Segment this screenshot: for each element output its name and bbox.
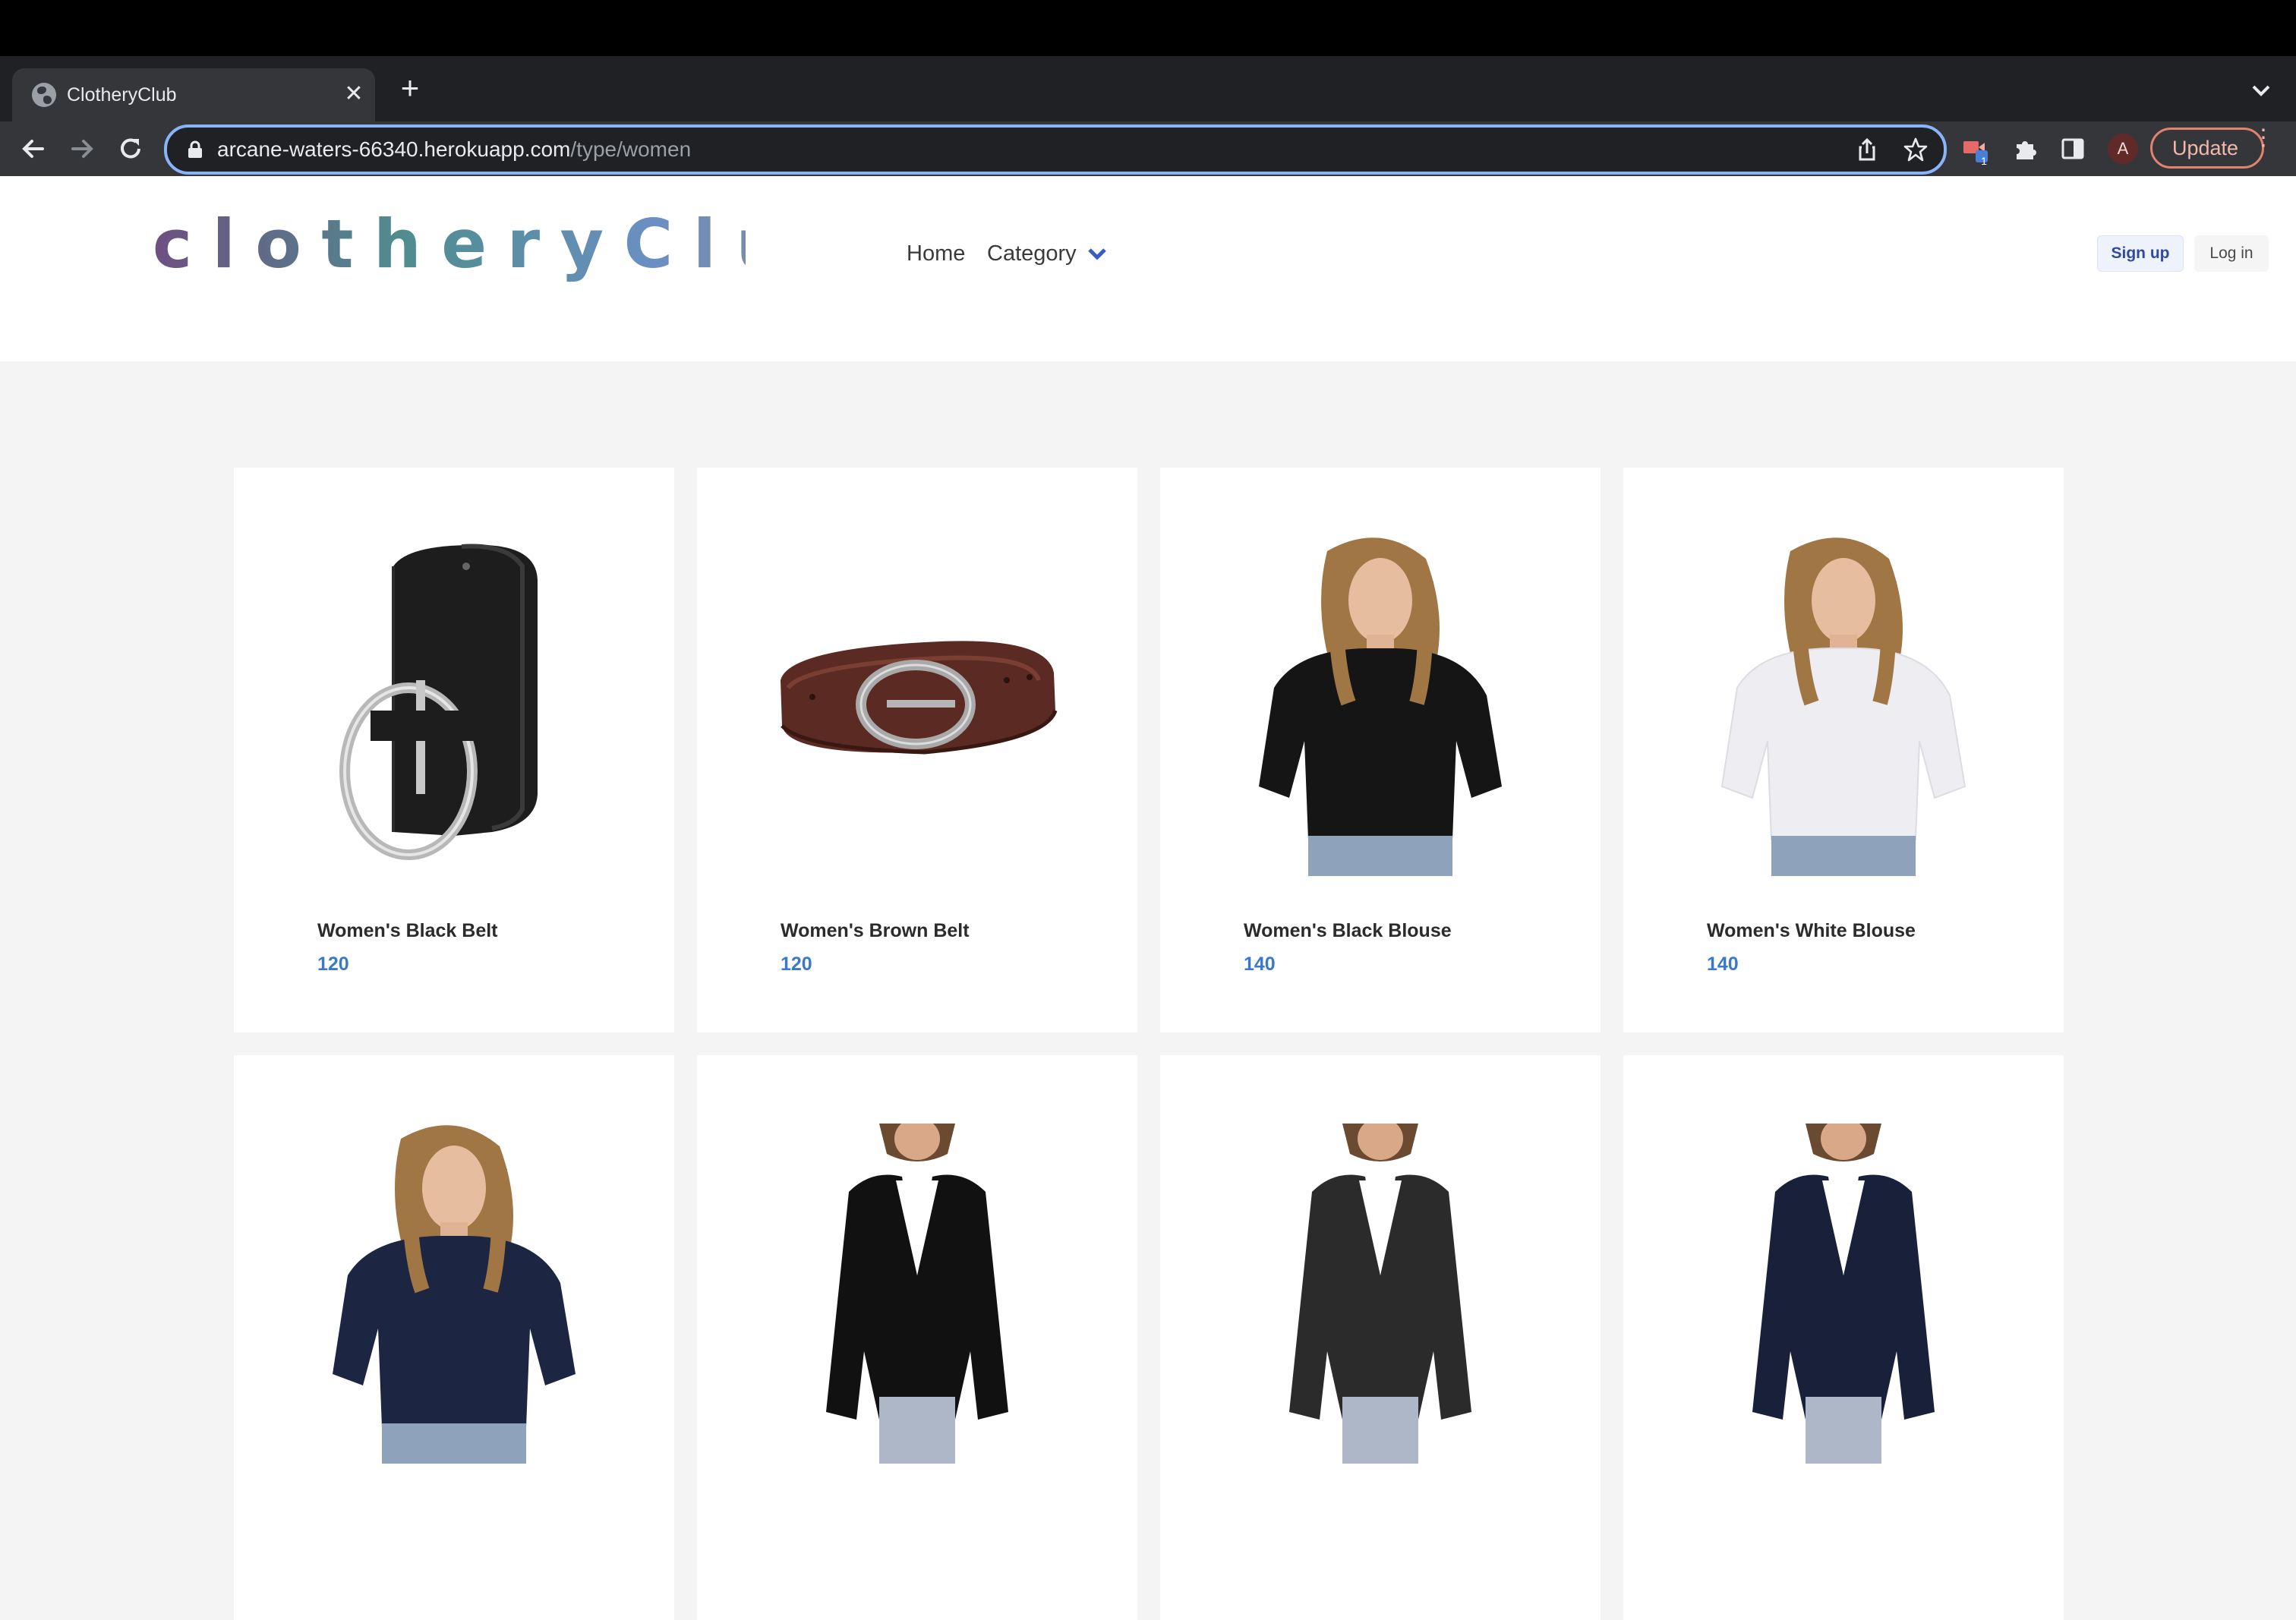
profile-avatar[interactable]: A (2108, 134, 2138, 164)
product-image-white-blouse[interactable] (1623, 536, 2064, 876)
side-panel-icon[interactable] (2059, 135, 2086, 162)
reload-icon[interactable] (114, 132, 147, 165)
product-price: 140 (1244, 953, 1276, 975)
product-image-black-blouse[interactable] (1160, 536, 1601, 876)
bookmark-star-icon[interactable] (1903, 137, 1929, 162)
product-image-black-belt[interactable] (234, 536, 674, 876)
update-button[interactable]: Update (2150, 128, 2264, 169)
extension-badge: 1 (1981, 155, 1987, 167)
product-name[interactable]: Women's Black Blouse (1244, 920, 1452, 942)
logo-text: clotheryClub (153, 205, 746, 283)
extensions-puzzle-icon[interactable] (2012, 135, 2039, 162)
product-card[interactable]: Women's Black Belt 120 (234, 468, 674, 1032)
product-image-brown-belt[interactable] (697, 536, 1137, 876)
product-name[interactable]: Women's Brown Belt (781, 920, 970, 942)
product-price: 140 (1707, 953, 1739, 975)
browser-tab-active[interactable]: ClotheryClub ✕ (12, 68, 375, 121)
url-path: /type/women (570, 137, 692, 161)
browser-toolbar: arcane-waters-66340.herokuapp.com/type/w… (0, 121, 2296, 176)
tab-close-icon[interactable]: ✕ (340, 80, 367, 108)
product-card[interactable]: Women's White Blouse 140 (1623, 468, 2064, 1032)
nav-category-link[interactable]: Category (987, 241, 1077, 266)
product-price: 120 (317, 953, 349, 975)
system-top-bar (0, 0, 2296, 56)
address-bar[interactable]: arcane-waters-66340.herokuapp.com/type/w… (164, 124, 1947, 175)
tab-search-chevron-icon[interactable] (2246, 76, 2276, 106)
product-card[interactable]: Women's Brown Belt 120 (697, 468, 1137, 1032)
share-icon[interactable] (1854, 137, 1880, 162)
chevron-down-icon[interactable] (1087, 246, 1107, 261)
site-header: clotheryClub Home Category Sign up Log i… (0, 176, 2296, 361)
product-card[interactable] (1623, 1055, 2064, 1620)
menu-dots-icon[interactable]: ⋮ (2252, 127, 2275, 164)
forward-arrow-icon[interactable] (65, 132, 99, 165)
url-text[interactable]: arcane-waters-66340.herokuapp.com/type/w… (217, 137, 691, 162)
lock-icon[interactable] (187, 140, 203, 159)
back-arrow-icon[interactable] (17, 132, 50, 165)
globe-icon (32, 83, 56, 107)
product-card[interactable] (697, 1055, 1137, 1620)
product-name[interactable]: Women's White Blouse (1707, 920, 1916, 942)
product-name[interactable]: Women's Black Belt (317, 920, 498, 942)
nav-home-link[interactable]: Home (907, 241, 965, 266)
login-button[interactable]: Log in (2194, 235, 2269, 272)
product-image-navy-blouse[interactable] (234, 1124, 674, 1464)
product-card[interactable]: Women's Black Blouse 140 (1160, 468, 1601, 1032)
tab-title: ClotheryClub (67, 84, 177, 106)
signup-button[interactable]: Sign up (2097, 235, 2184, 272)
url-host: arcane-waters-66340.herokuapp.com (217, 137, 571, 161)
product-card[interactable] (1160, 1055, 1601, 1620)
new-tab-button[interactable]: + (395, 72, 425, 104)
product-price: 120 (781, 953, 812, 975)
product-card[interactable] (234, 1055, 674, 1620)
clotheryclub-logo[interactable]: clotheryClub (115, 200, 746, 292)
tab-strip: ClotheryClub ✕ + (0, 56, 2296, 121)
product-image-navy-blazer[interactable] (1623, 1124, 2064, 1464)
product-image-charcoal-blazer[interactable] (1160, 1124, 1601, 1464)
product-image-black-blazer[interactable] (697, 1124, 1137, 1464)
